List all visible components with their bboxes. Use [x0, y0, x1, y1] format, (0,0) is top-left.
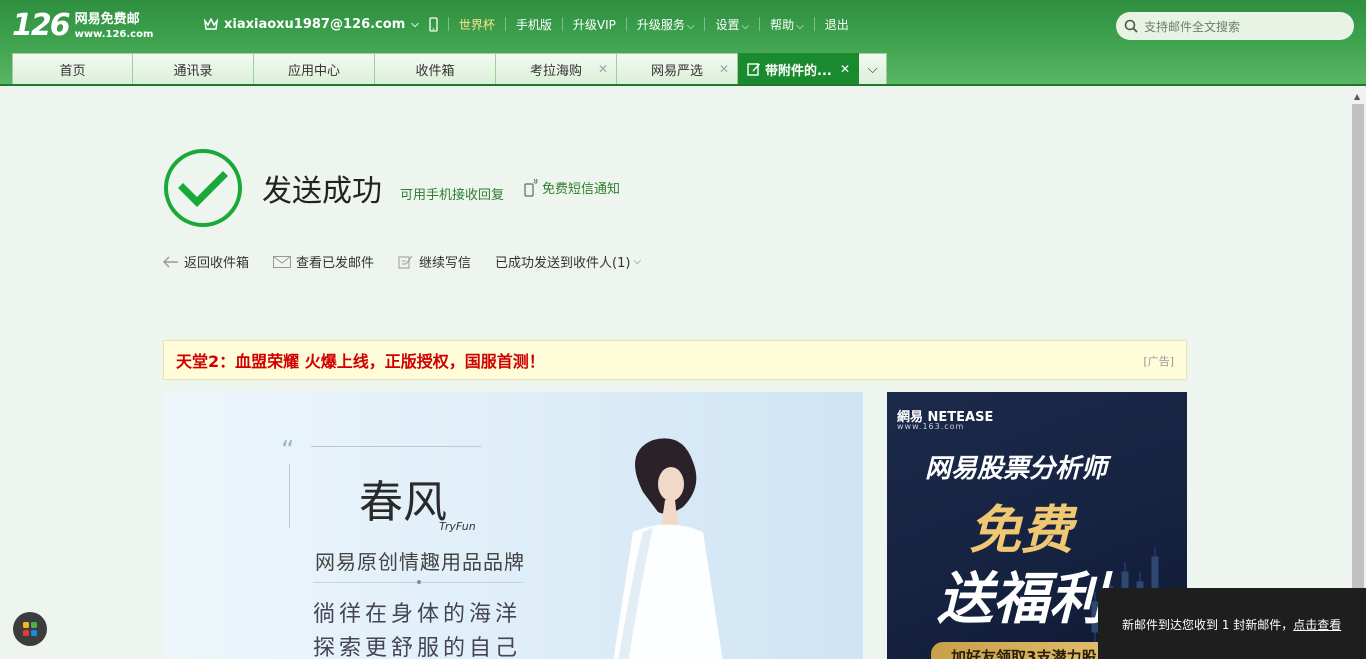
netease-url: www.163.com: [897, 422, 965, 431]
upgrade-service-menu[interactable]: 升级服务: [637, 16, 695, 33]
recipients-label: 已成功发送到收件人(1): [495, 256, 631, 271]
success-check-icon: [164, 149, 242, 227]
logo-name: 网易免费邮: [74, 12, 140, 27]
logo-url: www.126.com: [74, 29, 154, 40]
logo[interactable]: 126 网易免费邮 www.126.com: [12, 8, 153, 44]
crown-icon: [204, 18, 218, 30]
search-icon: [1124, 19, 1138, 33]
mobile-phone-icon[interactable]: [429, 16, 438, 32]
close-icon[interactable]: ✕: [719, 62, 729, 76]
back-to-inbox-button[interactable]: 返回收件箱: [163, 252, 249, 271]
divider: [447, 17, 449, 31]
mobile-reply-link[interactable]: 可用手机接收回复: [400, 184, 504, 203]
user-email: xiaxiaoxu1987@126.com: [224, 16, 406, 32]
world-cup-link[interactable]: 世界杯: [459, 16, 495, 33]
tab-app-center[interactable]: 应用中心: [254, 53, 375, 84]
ad-tag: [广告]: [1143, 355, 1174, 368]
page-title: 发送成功: [262, 174, 382, 209]
vertical-scrollbar[interactable]: ▲: [1350, 86, 1366, 659]
upgrade-vip-link[interactable]: 升级VIP: [573, 16, 616, 33]
ad-subtitle: 网易原创情趣用品品牌: [315, 550, 525, 574]
woman-photo-illustration: [613, 438, 723, 659]
divider: [704, 17, 706, 31]
divider: [561, 17, 563, 31]
tab-label: 应用中心: [287, 63, 340, 79]
divider: [813, 17, 815, 31]
tryfun-ad-image[interactable]: “ 春风 TryFun 网易原创情趣用品品牌 徜徉在身体的海洋 探索更舒服的自己: [163, 392, 863, 659]
tab-more-button[interactable]: ⌵: [859, 53, 887, 84]
arrow-left-icon: [163, 256, 178, 267]
view-sent-button[interactable]: 查看已发邮件: [273, 252, 374, 271]
tab-contacts[interactable]: 通讯录: [133, 53, 254, 84]
ad-text: 天堂2：血盟荣耀 火爆上线，正版授权，国服首测！: [176, 352, 545, 371]
logout-link[interactable]: 退出: [825, 16, 849, 33]
tab-kaola[interactable]: 考拉海购 ✕: [496, 53, 617, 84]
mobile-version-link[interactable]: 手机版: [516, 16, 552, 33]
main-content: 发送成功 可用手机接收回复 免费短信通知 返回收件箱 查看已发邮件 继续写信 已…: [0, 86, 1350, 659]
ad-brand: 春风: [359, 477, 447, 528]
decorative-line: [289, 464, 290, 528]
new-mail-notification: 新邮件到达您收到 1 封新邮件，点击查看: [1098, 588, 1366, 659]
tab-label: 收件箱: [415, 63, 455, 79]
app-launcher-button[interactable]: [13, 612, 47, 646]
notification-text: 新邮件到达您收到 1 封新邮件，: [1122, 618, 1294, 632]
tab-label: 首页: [59, 63, 86, 79]
close-icon[interactable]: ✕: [598, 62, 608, 76]
scrollbar-thumb[interactable]: [1352, 104, 1364, 638]
decorative-dot: [417, 580, 421, 584]
decorative-line: [311, 446, 481, 447]
user-account-menu[interactable]: xiaxiaoxu1987@126.com ⌵: [204, 17, 419, 32]
divider: [504, 17, 506, 31]
ad-benefit: 送福利: [937, 567, 1105, 632]
view-new-mail-link[interactable]: 点击查看: [1293, 618, 1341, 632]
view-sent-label: 查看已发邮件: [296, 256, 375, 271]
logo-number: 126: [12, 8, 71, 43]
back-label: 返回收件箱: [184, 256, 250, 271]
phone-signal-icon: [524, 179, 538, 197]
search-input[interactable]: 支持邮件全文搜索: [1116, 12, 1354, 40]
close-icon[interactable]: ✕: [840, 62, 850, 76]
tab-compose-attachment[interactable]: 带附件的... ✕: [738, 53, 859, 84]
tab-label: 通讯录: [173, 63, 213, 79]
sms-notify-link[interactable]: 免费短信通知: [524, 178, 620, 197]
envelope-icon: [273, 255, 292, 268]
tab-home[interactable]: 首页: [12, 53, 133, 84]
text-ad-banner[interactable]: 天堂2：血盟荣耀 火爆上线，正版授权，国服首测！ [广告]: [163, 340, 1187, 380]
continue-write-button[interactable]: 继续写信: [398, 252, 471, 271]
apps-grid-icon: [23, 622, 37, 636]
help-menu[interactable]: 帮助: [770, 16, 804, 33]
edit-icon: [747, 63, 760, 76]
ad-slogan-line1: 徜徉在身体的海洋: [313, 602, 522, 627]
chevron-down-icon[interactable]: ⌵: [411, 19, 419, 30]
ad-brand-en: TryFun: [439, 520, 476, 533]
ad-free: 免费: [969, 501, 1074, 561]
sms-notify-label: 免费短信通知: [542, 182, 621, 197]
ad-headline: 网易股票分析师: [925, 454, 1108, 484]
divider: [759, 17, 761, 31]
search-placeholder: 支持邮件全文搜索: [1144, 19, 1241, 34]
scroll-up-arrow-icon[interactable]: ▲: [1354, 92, 1360, 101]
compose-icon: [398, 255, 413, 268]
tab-bar: 首页 通讯录 应用中心 收件箱 考拉海购 ✕ 网易严选 ✕ 带附件的... ✕ ⌵: [12, 53, 887, 84]
tab-label: 网易严选: [650, 63, 703, 79]
settings-menu[interactable]: 设置: [715, 16, 749, 33]
chevron-down-icon: ⌵: [633, 256, 642, 267]
top-header: 126 网易免费邮 www.126.com xiaxiaoxu1987@126.…: [0, 0, 1366, 86]
continue-write-label: 继续写信: [419, 256, 472, 271]
recipients-dropdown[interactable]: 已成功发送到收件人(1) ⌵: [495, 252, 641, 271]
tab-label: 考拉海购: [529, 63, 582, 79]
quote-mark-icon: “: [281, 436, 295, 466]
tab-inbox[interactable]: 收件箱: [375, 53, 496, 84]
tab-yanxuan[interactable]: 网易严选 ✕: [617, 53, 738, 84]
divider: [625, 17, 627, 31]
chevron-down-icon: ⌵: [867, 61, 878, 77]
ad-slogan-line2: 探索更舒服的自己: [313, 636, 522, 659]
tab-label: 带附件的...: [765, 63, 832, 79]
action-bar: 返回收件箱 查看已发邮件 继续写信 已成功发送到收件人(1) ⌵: [163, 252, 665, 271]
top-bar: xiaxiaoxu1987@126.com ⌵ 世界杯 手机版 升级VIP 升级…: [204, 14, 849, 34]
